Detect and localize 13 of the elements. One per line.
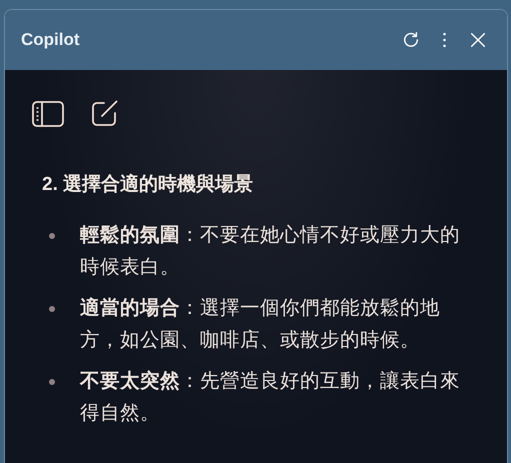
more-options-icon[interactable] <box>442 31 447 49</box>
section-heading: 2. 選擇合適的時機與場景 <box>42 172 254 197</box>
new-chat-icon[interactable] <box>91 100 118 127</box>
list-item-text: 適當的場合：選擇一個你們都能放鬆的地方，如公園、咖啡店、或散步的時候。 <box>80 296 441 353</box>
window-title: Copilot <box>21 30 80 50</box>
bullet-icon <box>49 306 55 312</box>
list-item-text: 輕鬆的氛圍：不要在她心情不好或壓力大的時候表白。 <box>80 223 461 280</box>
close-icon[interactable] <box>469 31 487 49</box>
refresh-icon[interactable] <box>402 31 420 49</box>
sidebar-icon[interactable] <box>32 100 64 126</box>
bullet-icon <box>49 233 55 239</box>
list-item-text: 不要太突然：先營造良好的互動，讓表白來得自然。 <box>80 369 461 426</box>
bullet-icon <box>49 379 55 385</box>
